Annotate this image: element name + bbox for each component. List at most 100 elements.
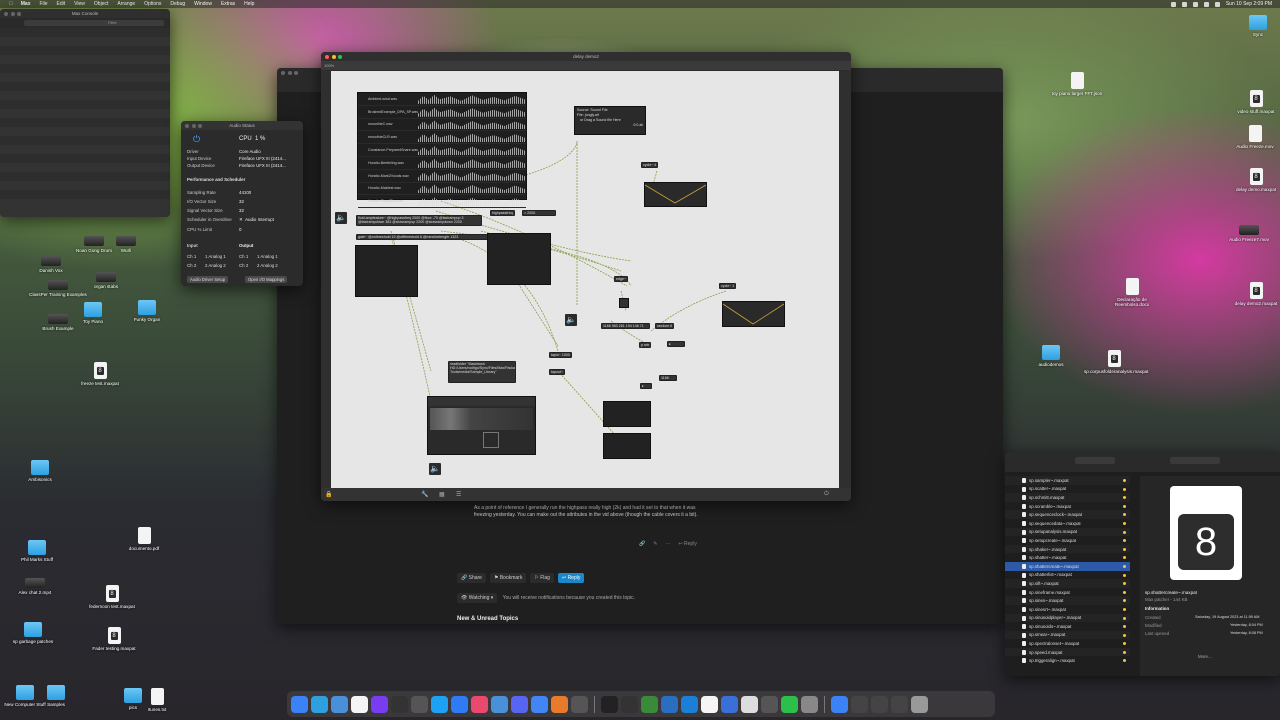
sfplay-object[interactable]: Source: Sound File File: jongly.aif or D… [574, 106, 646, 135]
desktop-icon[interactable]: Samples [26, 685, 86, 707]
menu-extras[interactable]: Extras [221, 1, 235, 7]
input-ch2-select[interactable]: 2 Analog 2 [205, 263, 239, 268]
more-icon[interactable]: ··· [665, 541, 670, 547]
list-icon[interactable]: ☰ [456, 491, 461, 498]
playlist-row[interactable]: Horatio-Maktest.wav [358, 183, 526, 196]
finder-file-list[interactable]: sp.sampler~.maxpat sp.scatter~.maxpat sp.s… [1005, 476, 1130, 665]
edit-icon[interactable]: ✎ [653, 541, 657, 547]
app-dock-icon[interactable] [661, 695, 678, 713]
desktop-icon[interactable]: Audio Freeze7.mov [1219, 225, 1279, 242]
io-vector-select[interactable]: 32 [239, 199, 244, 204]
wrench-icon[interactable]: 🔧 [421, 491, 428, 498]
number-box[interactable]: ▸ [640, 383, 652, 390]
app-dock-icon[interactable] [761, 695, 778, 713]
max-dock-icon[interactable] [391, 695, 408, 713]
finder-file-row[interactable]: sp.shaker~.maxpat [1005, 544, 1130, 554]
menu-app-name[interactable]: Max [21, 1, 31, 7]
patcher-left-toolbar[interactable] [321, 71, 331, 488]
music-dock-icon[interactable] [471, 695, 488, 713]
fluid-ampfeature-object[interactable]: fluid.ampfeature~ @highpassfreq 2000 @fl… [356, 215, 482, 226]
speaker-toggle-icon[interactable]: 🔈 [335, 212, 347, 224]
share-button[interactable]: 🔗 Share [457, 573, 486, 583]
control-center-icon[interactable] [1214, 1, 1220, 7]
github-dock-icon[interactable] [621, 695, 638, 713]
link-icon[interactable]: 🔗 [639, 541, 645, 547]
sampler-ui[interactable] [427, 396, 536, 455]
scope-display[interactable] [603, 401, 651, 427]
finder-file-row[interactable]: sp.sines~.maxpat [1005, 596, 1130, 605]
list-message[interactable]: 1166 983 261 194 146 71 [601, 323, 650, 330]
wifi-icon[interactable] [1192, 1, 1198, 7]
terminal-dock-icon[interactable] [601, 695, 618, 713]
sampler-controls[interactable] [428, 397, 535, 406]
menu-help[interactable]: Help [244, 1, 254, 7]
bang-button[interactable] [619, 298, 629, 308]
reply-button[interactable]: ↩ Reply [557, 573, 585, 583]
desktop-icon[interactable]: Danish Vox [21, 256, 81, 273]
app-dock-icon[interactable] [641, 695, 658, 713]
finder-file-row[interactable]: sp.spectralonset~.maxpat [1005, 639, 1130, 648]
speaker-toggle-icon[interactable]: 🔈 [565, 314, 577, 326]
apple-icon[interactable]:  [9, 1, 13, 7]
desktop-icon[interactable]: Alex chat 2.mp4 [5, 578, 65, 595]
menu-clock[interactable]: Sun 10 Sep 2:09 PM [1226, 1, 1272, 7]
finder-file-row[interactable]: sp.setupanalysis.maxpat [1005, 527, 1130, 537]
menu-window[interactable]: Window [194, 1, 212, 7]
playlist-row[interactable]: Horatio-PlaydRhy.wav [358, 195, 526, 209]
output-device-select[interactable]: Fireface UFX III (2414... [239, 163, 286, 168]
finder-file-row[interactable]: sp.smear~.maxpat [1005, 630, 1130, 640]
input-ch1-select[interactable]: 1 Analog 1 [205, 254, 239, 259]
driver-select[interactable]: Core Audio [239, 149, 261, 154]
desktop-icon[interactable]: delay demo2.maxpat [1226, 282, 1280, 306]
desktop-icon[interactable]: toy piano larger FFT.json [1047, 72, 1107, 96]
audio-power-icon[interactable]: ⏻ [193, 134, 203, 144]
playlist-object[interactable]: Ambient-wind.wav BrushedExample_DPA_SP.wa… [357, 92, 527, 209]
console-titlebar[interactable]: Max Console [0, 9, 170, 18]
post-reply-link[interactable]: ↩ Reply [678, 541, 696, 547]
cycle-object[interactable]: cycle~ 1 [719, 283, 737, 290]
cycle-scope[interactable] [644, 182, 707, 207]
desktop-icon[interactable]: freeze test.maxpat [70, 362, 130, 386]
desktop-icon[interactable]: sp garbage patches [3, 622, 63, 644]
grid-icon[interactable]: ▦ [439, 491, 445, 498]
desktop-icon[interactable]: delay demo.maxpat [1226, 168, 1280, 192]
speaker-toggle-icon[interactable]: 🔈 [429, 463, 441, 475]
highpassfreq-message[interactable]: highpassfreq [490, 210, 515, 217]
console-message-list[interactable] [0, 28, 170, 206]
desktop-icon[interactable]: Sync [1228, 15, 1280, 37]
console-filter-input[interactable]: Filter [24, 20, 164, 26]
app-dock-icon[interactable] [431, 695, 448, 713]
app-dock-icon[interactable] [681, 695, 698, 713]
random-object[interactable]: random 6 [655, 323, 675, 330]
cycle-object[interactable]: cycle~ 4 [641, 162, 659, 169]
desktop-icon[interactable]: Audio Freeze.mov [1225, 125, 1280, 149]
finder-file-row[interactable]: sp.shatter~.maxpat [1005, 553, 1130, 562]
audio-driver-setup-button[interactable]: Audio Driver Setup [187, 276, 229, 283]
output-ch2-select[interactable]: 2 Analog 2 [257, 263, 278, 268]
discord-dock-icon[interactable] [511, 695, 528, 713]
scope-display[interactable] [487, 233, 551, 285]
app-dock-icon[interactable] [701, 695, 718, 713]
desktop-icon[interactable]: sp.corpusfolderanalysis.maxpat [1084, 350, 1148, 374]
desktop-icon[interactable]: video stuff.maxpat [1226, 90, 1280, 114]
menu-edit[interactable]: Edit [57, 1, 66, 7]
finder-file-row[interactable]: sp.shattercreate~.maxpat [1005, 561, 1130, 571]
finder-file-row[interactable]: sp.triggeralign~.maxpat [1005, 656, 1130, 665]
search-icon[interactable] [1203, 1, 1209, 7]
view-switcher[interactable] [1075, 457, 1115, 464]
number-box[interactable]: 1166 [659, 375, 677, 382]
desktop-icon[interactable]: federnoon test.maxpat [82, 585, 142, 609]
finder-file-row[interactable]: sp.shatterlist~.maxpat [1005, 571, 1130, 580]
flag-button[interactable]: ⚐ Flag [530, 573, 554, 583]
playlist-row[interactable]: Horatio-Beetleling.wav [358, 157, 526, 170]
desktop-icon[interactable]: audiodemos [1021, 345, 1081, 367]
open-io-mappings-button[interactable]: Open I/O Mappings [245, 276, 288, 283]
max-console-window[interactable]: Max Console Filter [0, 9, 170, 217]
finder-file-row[interactable]: sp.setupcreate~.maxpat [1005, 536, 1130, 545]
finder-file-row[interactable]: sp.sift~.maxpat [1005, 579, 1130, 588]
finder-file-row[interactable]: sp.scramble~.maxpat [1005, 502, 1130, 511]
finder-file-row[interactable]: sp.sinesrt~.maxpat [1005, 605, 1130, 614]
finder-search-input[interactable] [1170, 457, 1220, 464]
desktop-icon[interactable]: Brush Example [28, 314, 88, 331]
tapin-object[interactable]: tapin~ 1000 [549, 352, 572, 359]
